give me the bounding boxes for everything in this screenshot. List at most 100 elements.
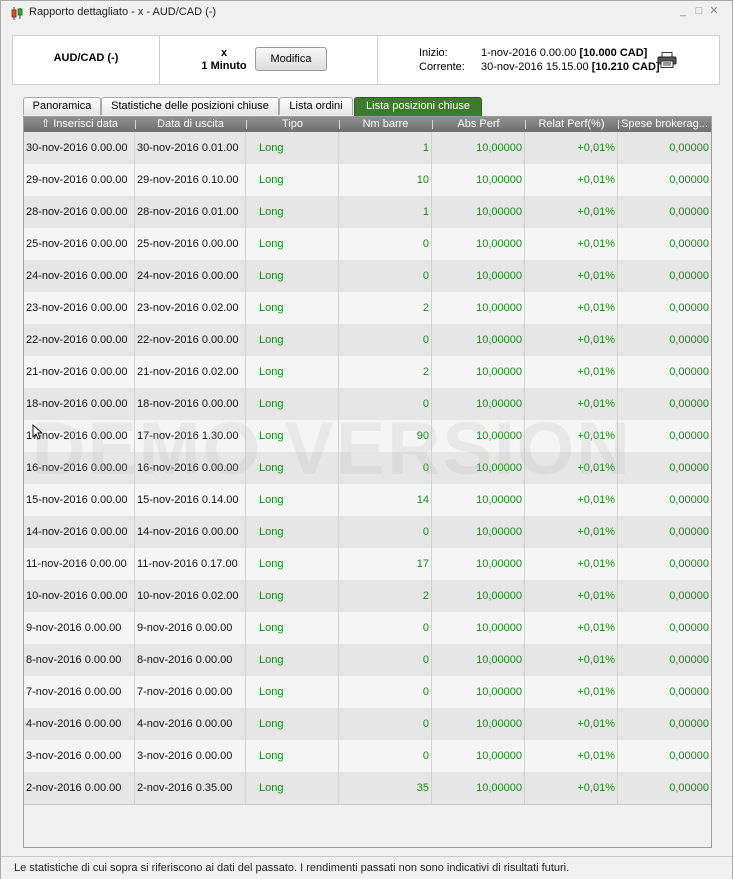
bars-cell: 90 (339, 420, 432, 452)
tab-panoramica[interactable]: Panoramica (23, 97, 101, 115)
bars-cell: 0 (339, 324, 432, 356)
type-cell: Long (246, 676, 339, 708)
entry-date-cell: 28-nov-2016 0.00.00 (24, 196, 135, 228)
positions-table: ⇧ Inserisci data Data di uscita Tipo Nm … (23, 116, 712, 848)
table-row[interactable]: 14-nov-2016 0.00.00 14-nov-2016 0.00.00 Lo… (24, 516, 711, 549)
type-cell: Long (246, 644, 339, 676)
relat-perf-cell: +0,01% (525, 548, 618, 580)
abs-perf-cell: 10,00000 (432, 228, 525, 260)
bars-cell: 0 (339, 644, 432, 676)
brokerage-fee-cell: 0,00000 (669, 718, 709, 730)
abs-perf-cell: 10,00000 (432, 260, 525, 292)
symbol-label: AUD/CAD (-) (53, 52, 119, 64)
table-row[interactable]: 8-nov-2016 0.00.00 8-nov-2016 0.00.00 Long… (24, 644, 711, 677)
close-icon[interactable]: ✕ (708, 5, 720, 17)
column-header-exit-date[interactable]: Data di uscita (135, 117, 246, 132)
bars-cell: 0 (339, 516, 432, 548)
type-cell: Long (246, 708, 339, 740)
bars-cell: 35 (339, 772, 432, 804)
column-header-relat-perf[interactable]: Relat Perf(%) (525, 117, 618, 132)
abs-perf-cell: 10,00000 (432, 292, 525, 324)
table-row[interactable]: 9-nov-2016 0.00.00 9-nov-2016 0.00.00 Long… (24, 612, 711, 645)
table-row[interactable]: 4-nov-2016 0.00.00 4-nov-2016 0.00.00 Long… (24, 708, 711, 741)
type-cell: Long (246, 292, 339, 324)
abs-perf-cell: 10,00000 (432, 708, 525, 740)
exit-date-cell: 3-nov-2016 0.00.00 (135, 740, 246, 772)
brokerage-fee-cell: 0,00000 (669, 654, 709, 666)
sort-up-icon: ⇧ (40, 118, 54, 130)
brokerage-fee-cell: 0,00000 (669, 526, 709, 538)
table-row[interactable]: 10-nov-2016 0.00.00 10-nov-2016 0.02.00 Lo… (24, 580, 711, 613)
table-row[interactable]: 21-nov-2016 0.00.00 21-nov-2016 0.02.00 Lo… (24, 356, 711, 389)
table-row[interactable]: 28-nov-2016 0.00.00 28-nov-2016 0.01.00 Lo… (24, 196, 711, 229)
brokerage-fee-cell: 0,00000 (669, 174, 709, 186)
exit-date-cell: 11-nov-2016 0.17.00 (135, 548, 246, 580)
modify-button[interactable]: Modifica (255, 47, 327, 71)
table-row[interactable]: 7-nov-2016 0.00.00 7-nov-2016 0.00.00 Long… (24, 676, 711, 709)
abs-perf-cell: 10,00000 (432, 420, 525, 452)
type-cell: Long (246, 228, 339, 260)
tab-lista-ordini[interactable]: Lista ordini (279, 97, 353, 115)
abs-perf-cell: 10,00000 (432, 548, 525, 580)
entry-date-cell: 18-nov-2016 0.00.00 (24, 388, 135, 420)
exit-date-cell: 25-nov-2016 0.00.00 (135, 228, 246, 260)
entry-date-cell: 10-nov-2016 0.00.00 (24, 580, 135, 612)
tab-statistiche-posizioni-chiuse[interactable]: Statistiche delle posizioni chiuse (101, 97, 279, 115)
table-row[interactable]: 30-nov-2016 0.00.00 30-nov-2016 0.01.00 Lo… (24, 132, 711, 165)
brokerage-fee-cell: 0,00000 (669, 558, 709, 570)
exit-date-cell: 22-nov-2016 0.00.00 (135, 324, 246, 356)
title-bar: Rapporto dettagliato - x - AUD/CAD (-) _… (1, 1, 732, 25)
column-header-bars[interactable]: Nm barre (339, 117, 432, 132)
table-row[interactable]: 22-nov-2016 0.00.00 22-nov-2016 0.00.00 Lo… (24, 324, 711, 357)
minimize-icon[interactable]: _ (677, 5, 689, 17)
table-row[interactable]: 18-nov-2016 0.00.00 18-nov-2016 0.00.00 Lo… (24, 388, 711, 421)
table-row[interactable]: 11-nov-2016 0.00.00 11-nov-2016 0.17.00 Lo… (24, 548, 711, 581)
table-row[interactable]: 25-nov-2016 0.00.00 25-nov-2016 0.00.00 Lo… (24, 228, 711, 261)
table-row[interactable]: 29-nov-2016 0.00.00 29-nov-2016 0.10.00 Lo… (24, 164, 711, 197)
printer-icon[interactable] (657, 52, 677, 68)
abs-perf-cell: 10,00000 (432, 356, 525, 388)
relat-perf-cell: +0,01% (525, 740, 618, 772)
table-row[interactable]: 17-nov-2016 0.00.00 17-nov-2016 1.30.00 Lo… (24, 420, 711, 453)
brokerage-fee-cell: 0,00000 (669, 590, 709, 602)
current-label: Corrente: (419, 61, 465, 73)
bars-cell: 0 (339, 740, 432, 772)
tab-lista-posizioni-chiuse[interactable]: Lista posizioni chiuse (354, 97, 482, 116)
table-row[interactable]: 24-nov-2016 0.00.00 24-nov-2016 0.00.00 Lo… (24, 260, 711, 293)
abs-perf-cell: 10,00000 (432, 452, 525, 484)
column-header-abs-perf[interactable]: Abs Perf (432, 117, 525, 132)
table-row[interactable]: 23-nov-2016 0.00.00 23-nov-2016 0.02.00 Lo… (24, 292, 711, 325)
table-header: ⇧ Inserisci data Data di uscita Tipo Nm … (24, 117, 711, 132)
relat-perf-cell: +0,01% (525, 388, 618, 420)
exit-date-cell: 21-nov-2016 0.02.00 (135, 356, 246, 388)
relat-perf-cell: +0,01% (525, 292, 618, 324)
table-row[interactable]: 16-nov-2016 0.00.00 16-nov-2016 0.00.00 Lo… (24, 452, 711, 485)
brokerage-fee-cell: 0,00000 (669, 494, 709, 506)
type-cell: Long (246, 324, 339, 356)
exit-date-cell: 15-nov-2016 0.14.00 (135, 484, 246, 516)
table-row[interactable]: 3-nov-2016 0.00.00 3-nov-2016 0.00.00 Long… (24, 740, 711, 773)
table-row[interactable]: 15-nov-2016 0.00.00 15-nov-2016 0.14.00 Lo… (24, 484, 711, 517)
relat-perf-cell: +0,01% (525, 356, 618, 388)
mouse-cursor-icon (32, 424, 42, 440)
type-cell: Long (246, 388, 339, 420)
bars-cell: 14 (339, 484, 432, 516)
abs-perf-cell: 10,00000 (432, 516, 525, 548)
exit-date-cell: 4-nov-2016 0.00.00 (135, 708, 246, 740)
exit-date-cell: 28-nov-2016 0.01.00 (135, 196, 246, 228)
abs-perf-cell: 10,00000 (432, 612, 525, 644)
bars-cell: 10 (339, 164, 432, 196)
column-header-brokerage-fees[interactable]: Spese brokerag... (618, 117, 711, 132)
column-header-entry-date[interactable]: ⇧ Inserisci data (24, 117, 135, 132)
exit-date-cell: 23-nov-2016 0.02.00 (135, 292, 246, 324)
maximize-icon[interactable]: □ (693, 5, 705, 17)
bars-cell: 17 (339, 548, 432, 580)
relat-perf-cell: +0,01% (525, 516, 618, 548)
bars-cell: 1 (339, 132, 432, 164)
type-cell: Long (246, 356, 339, 388)
abs-perf-cell: 10,00000 (432, 644, 525, 676)
column-header-type[interactable]: Tipo (246, 117, 339, 132)
table-row[interactable]: 2-nov-2016 0.00.00 2-nov-2016 0.35.00 Long… (24, 772, 711, 805)
entry-date-cell: 11-nov-2016 0.00.00 (24, 548, 135, 580)
type-cell: Long (246, 772, 339, 804)
